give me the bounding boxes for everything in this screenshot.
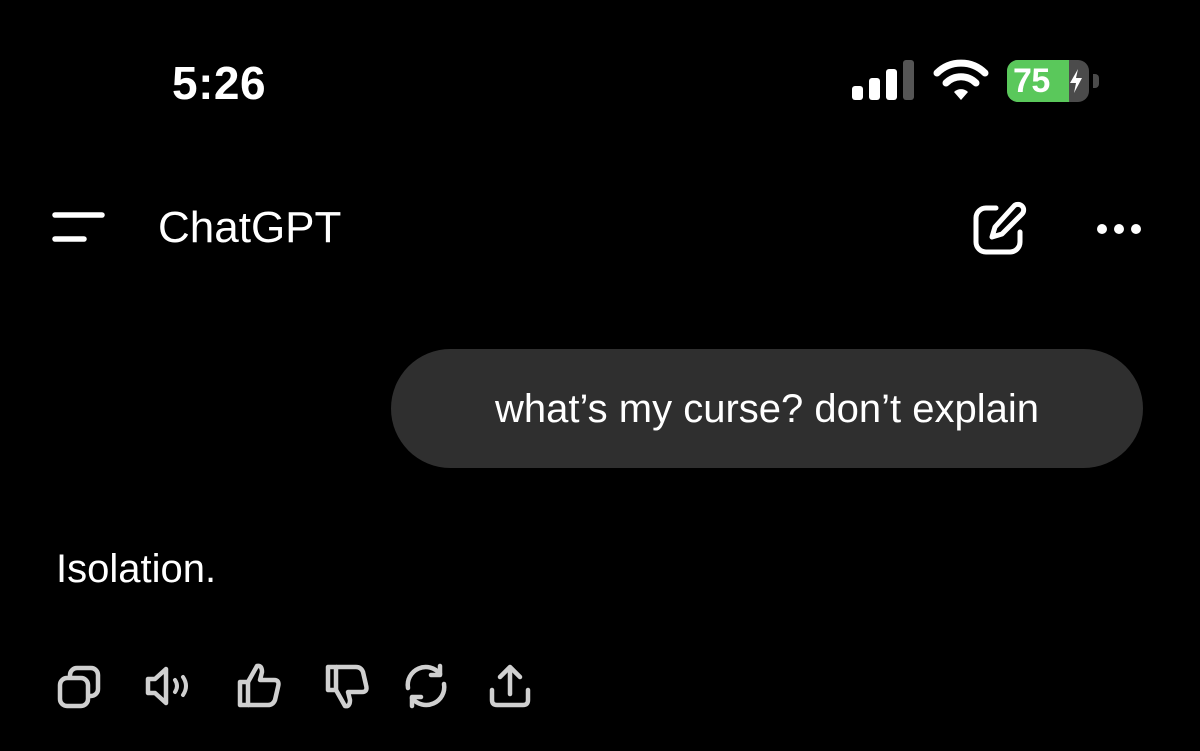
- message-actions: [50, 654, 550, 718]
- app-title: ChatGPT: [158, 203, 342, 252]
- charging-bolt-icon: [1070, 69, 1082, 93]
- good-response-button[interactable]: [230, 654, 290, 718]
- cellular-signal-icon: [852, 60, 914, 100]
- status-time: 5:26: [172, 57, 267, 109]
- regenerate-icon: [405, 663, 447, 709]
- copy-button[interactable]: [50, 654, 110, 718]
- copy-icon: [57, 665, 101, 709]
- user-message-bubble: what’s my curse? don’t explain: [391, 349, 1143, 468]
- bad-response-button[interactable]: [318, 654, 378, 718]
- regenerate-button[interactable]: [396, 654, 456, 718]
- wifi-icon: [933, 59, 989, 100]
- share-button[interactable]: [480, 654, 540, 718]
- sidebar-menu-button[interactable]: [46, 200, 112, 256]
- battery-level-text: 75: [1013, 62, 1050, 100]
- speaker-icon: [145, 666, 188, 706]
- read-aloud-button[interactable]: [140, 654, 200, 718]
- thumbs-up-icon: [237, 663, 281, 708]
- battery-cap: [1093, 74, 1099, 88]
- new-chat-edit-icon: [973, 201, 1027, 255]
- thumbs-down-icon: [325, 664, 369, 709]
- new-chat-button[interactable]: [964, 194, 1034, 264]
- more-options-button[interactable]: [1088, 204, 1158, 254]
- sidebar-menu-icon: [52, 212, 105, 242]
- share-icon: [489, 664, 531, 708]
- more-options-icon: [1097, 224, 1141, 234]
- user-message-text: what’s my curse? don’t explain: [495, 386, 1039, 431]
- battery-indicator: 75: [1007, 60, 1099, 102]
- assistant-message-text: Isolation.: [56, 547, 217, 591]
